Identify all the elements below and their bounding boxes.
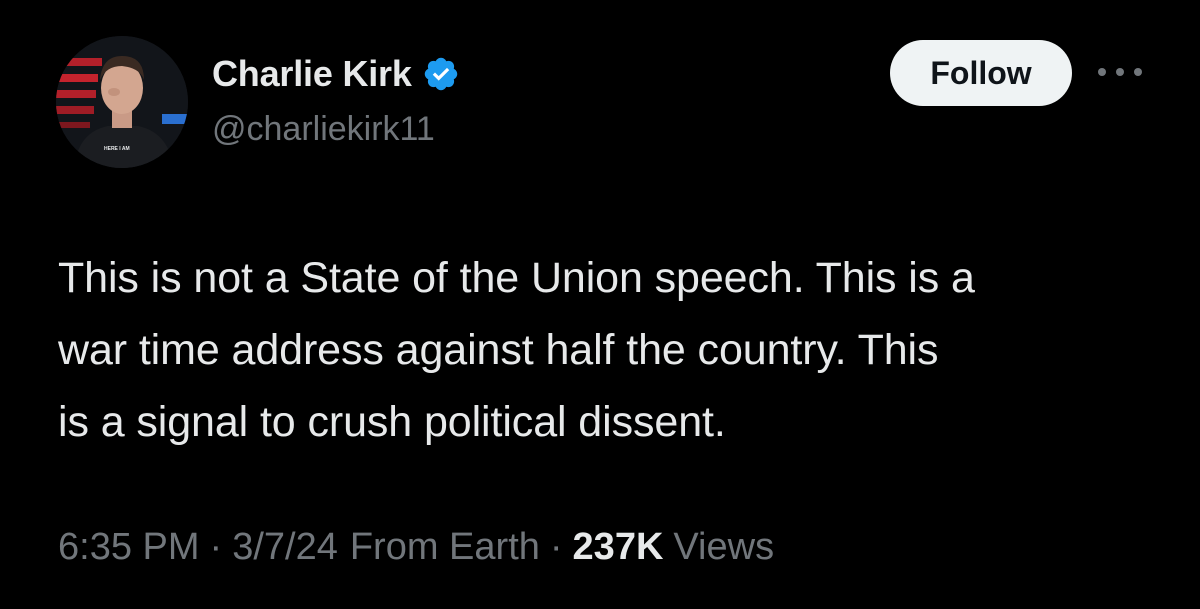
tweet-meta: 6:35 PM · 3/7/24 From Earth · 237K Views (58, 526, 774, 569)
verified-badge-icon[interactable] (422, 55, 460, 93)
tweet-text-line: This is not a State of the Union speech.… (58, 254, 975, 302)
tweet-text-line: is a signal to crush political dissent. (58, 398, 726, 446)
more-dot (1134, 68, 1142, 76)
more-dot (1098, 68, 1106, 76)
tweet-location: From Earth (349, 526, 540, 568)
tweet-date[interactable]: 3/7/24 (232, 526, 338, 569)
more-horizontal-icon[interactable] (1098, 62, 1142, 82)
meta-separator: · (549, 526, 563, 568)
tweet-text-line: war time address against half the countr… (58, 326, 939, 374)
avatar-shirt-text: HERE I AM (104, 146, 130, 152)
author-name-row: Charlie Kirk (212, 50, 460, 98)
tweet-time[interactable]: 6:35 PM (58, 526, 200, 569)
views-label[interactable]: Views (673, 526, 774, 569)
avatar[interactable]: HERE I AM (56, 36, 188, 168)
views-count[interactable]: 237K (573, 526, 664, 569)
more-dot (1116, 68, 1124, 76)
follow-button[interactable]: Follow (890, 40, 1072, 106)
author-handle[interactable]: @charliekirk11 (212, 110, 435, 149)
author-display-name[interactable]: Charlie Kirk (212, 53, 412, 95)
meta-separator: · (209, 526, 223, 568)
tweet-text: This is not a State of the Union speech.… (58, 242, 1158, 458)
tweet-card: HERE I AM Charlie Kirk @charliekirk11 Fo… (0, 0, 1200, 609)
